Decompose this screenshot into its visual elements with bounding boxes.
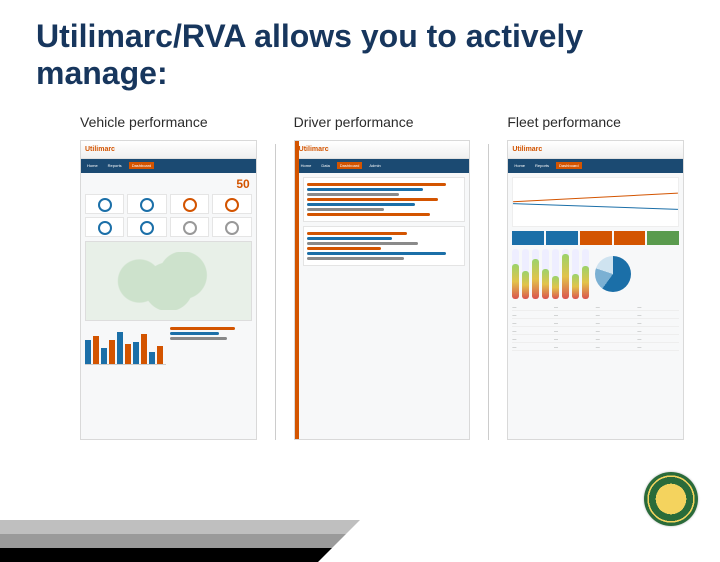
- mock-tab: Admin: [366, 162, 383, 169]
- column-heading-driver: Driver performance: [294, 114, 471, 130]
- screenshot-driver: Utilimarc Home Data Dashboard Admin: [294, 140, 471, 440]
- table-row: ————: [512, 335, 679, 343]
- gauge-icon: [212, 194, 251, 214]
- mock-tab: Data: [318, 162, 332, 169]
- gauge-icon: [127, 217, 166, 237]
- kpi-box: [546, 231, 578, 245]
- mock-nav: Home Reports Dashboard: [81, 159, 256, 173]
- hbar: [307, 183, 446, 186]
- bar: [157, 346, 163, 364]
- mock-tab: Home: [84, 162, 101, 169]
- column-fleet: Fleet performance Utilimarc Home Reports…: [507, 114, 684, 440]
- mock-tab: Reports: [532, 162, 552, 169]
- gauge-icon: [85, 217, 124, 237]
- mock-tab: Dashboard: [556, 162, 582, 169]
- bar: [117, 332, 123, 363]
- mock-tab: Dashboard: [337, 162, 363, 169]
- decorative-corner-stripe: [0, 520, 360, 560]
- logo-text: Utilimarc: [512, 146, 542, 153]
- slider: [562, 249, 569, 299]
- column-driver: Driver performance Utilimarc Home Data D…: [294, 114, 471, 440]
- slider-chart: [512, 249, 589, 299]
- table-row: ————: [512, 327, 679, 335]
- gauge-icon: [212, 217, 251, 237]
- screenshot-vehicle: Utilimarc Home Reports Dashboard 50: [80, 140, 257, 440]
- bar-chart-vehicle: [85, 325, 166, 365]
- slider: [522, 249, 529, 299]
- mock-tab: Home: [511, 162, 528, 169]
- kpi-box: [512, 231, 544, 245]
- hbar: [307, 242, 418, 245]
- column-heading-fleet: Fleet performance: [507, 114, 684, 130]
- data-table: ———— ———— ———— ———— ———— ————: [512, 303, 679, 351]
- slider: [552, 249, 559, 299]
- gauge-icon: [170, 194, 209, 214]
- hbar: [307, 237, 392, 240]
- mock-nav: Home Reports Dashboard: [508, 159, 683, 173]
- table-row: ————: [512, 311, 679, 319]
- gauge-icon: [85, 194, 124, 214]
- accent-stripe: [295, 141, 299, 439]
- bar: [141, 334, 147, 363]
- column-heading-vehicle: Vehicle performance: [80, 114, 257, 130]
- hbar: [307, 208, 384, 211]
- hbar: [307, 188, 423, 191]
- gauge-icon: [170, 217, 209, 237]
- hbar: [307, 213, 431, 216]
- kpi-box: [614, 231, 646, 245]
- table-row: ————: [512, 319, 679, 327]
- column-divider: [488, 144, 489, 440]
- map-panel: [85, 241, 252, 321]
- hbar: [307, 232, 408, 235]
- city-seal-icon: [644, 472, 698, 526]
- mock-nav: Home Data Dashboard Admin: [295, 159, 470, 173]
- bar: [93, 336, 99, 363]
- gauge-icon: [127, 194, 166, 214]
- mock-tab: Home: [298, 162, 315, 169]
- hbar: [307, 203, 415, 206]
- gauge-grid: [85, 194, 252, 237]
- logo-text: Utilimarc: [85, 146, 115, 153]
- mock-tab: Reports: [105, 162, 125, 169]
- side-panel: [170, 325, 251, 365]
- column-divider: [275, 144, 276, 440]
- hbar: [307, 257, 404, 260]
- kpi-box: [580, 231, 612, 245]
- slider: [532, 249, 539, 299]
- bar: [109, 340, 115, 363]
- kpi-boxes: [512, 231, 679, 245]
- kpi-box: [647, 231, 679, 245]
- big-number: 50: [85, 177, 252, 191]
- slider: [582, 249, 589, 299]
- pie-chart-fleet: [595, 256, 631, 292]
- logo-text: Utilimarc: [299, 146, 329, 153]
- slider: [542, 249, 549, 299]
- driver-bar-panel: [303, 177, 466, 222]
- line-chart-fleet: [512, 177, 679, 227]
- hbar: [170, 332, 219, 335]
- bar: [149, 352, 155, 364]
- bar: [101, 348, 107, 364]
- bar: [125, 344, 131, 364]
- hbar: [170, 327, 235, 330]
- table-row: ————: [512, 343, 679, 351]
- screenshot-fleet: Utilimarc Home Reports Dashboard: [507, 140, 684, 440]
- bar: [85, 340, 91, 363]
- hbar: [307, 198, 438, 201]
- hbar: [170, 337, 227, 340]
- bar: [133, 342, 139, 363]
- slider: [512, 249, 519, 299]
- hbar: [307, 252, 446, 255]
- slide-title: Utilimarc/RVA allows you to actively man…: [0, 0, 720, 98]
- hbar: [307, 193, 400, 196]
- hbar: [307, 247, 381, 250]
- slider: [572, 249, 579, 299]
- column-vehicle: Vehicle performance Utilimarc Home Repor…: [80, 114, 257, 440]
- table-row: ————: [512, 303, 679, 311]
- mock-tab: Dashboard: [129, 162, 155, 169]
- driver-bar-panel-2: [303, 226, 466, 266]
- columns-container: Vehicle performance Utilimarc Home Repor…: [0, 98, 720, 440]
